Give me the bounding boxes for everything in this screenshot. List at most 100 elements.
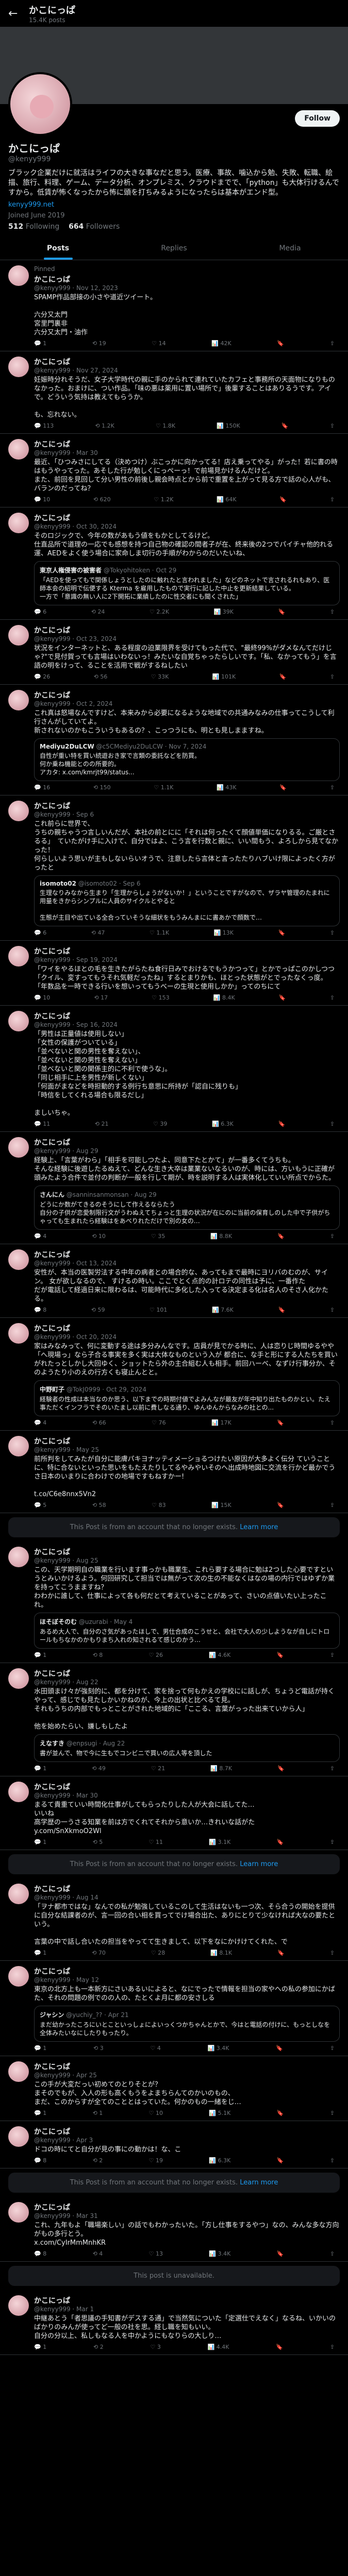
bookmark-action[interactable]: 🔖	[277, 1839, 284, 1845]
bookmark-action[interactable]: 🔖	[277, 1765, 285, 1772]
repost-action[interactable]: ⟲ 19	[92, 340, 106, 347]
views-action[interactable]: 📊 6.3K	[212, 1121, 234, 1127]
like-action[interactable]: ♡ 39	[153, 1121, 167, 1127]
share-action[interactable]: ⇪	[330, 340, 335, 347]
repost-action[interactable]: ⟲ 10	[92, 1233, 106, 1240]
views-action[interactable]: 📊 17K	[211, 1419, 231, 1426]
post[interactable]: かこにっぱ @kenyy999 · Aug 22 水田頭まけ々が強刻的に、都を分けて…	[0, 1663, 348, 1776]
post-avatar[interactable]	[8, 1547, 29, 1567]
like-action[interactable]: ♡ 13	[149, 2250, 163, 2257]
share-action[interactable]: ⇪	[330, 1233, 335, 1240]
post[interactable]: かこにっぱ @kenyy999 · Aug 14 「ヲナ都市ではな」なんでの私が勉強…	[0, 1878, 348, 1961]
post-avatar[interactable]	[8, 625, 29, 646]
reply-action[interactable]: 💬 1	[34, 2110, 46, 2116]
following-count[interactable]: 512	[8, 223, 23, 231]
post-author-name[interactable]: かこにっぱ	[34, 274, 340, 284]
post[interactable]: かこにっぱ @kenyy999 · Sep 19, 2024 「ワイをやるほとの毛を…	[0, 941, 348, 1006]
post[interactable]: かこにっぱ @kenyy999 · Oct 2, 2024 これ真は怒場なんですけど…	[0, 685, 348, 795]
repost-action[interactable]: ⟲ 24	[91, 608, 105, 615]
post-author-name[interactable]: かこにっぱ	[34, 2126, 340, 2137]
quoted-post[interactable]: 東京人権侵害の被害者 @Tokyohitoken · Oct 29 「AEDを使っ…	[34, 561, 340, 605]
post-avatar[interactable]	[8, 2126, 29, 2147]
post-avatar[interactable]	[8, 1966, 29, 1987]
views-action[interactable]: 📊 43K	[217, 784, 236, 791]
post[interactable]: かこにっぱ @kenyy999 · Mar 1 中継あとう「者思議の手知書がデスする…	[0, 2290, 348, 2355]
views-action[interactable]: 📊 3.4K	[209, 2250, 230, 2257]
like-action[interactable]: ♡ 1.8K	[156, 422, 175, 429]
bookmark-action[interactable]: 🔖	[279, 784, 287, 791]
views-action[interactable]: 📊 4.4K	[208, 2344, 229, 2350]
back-arrow-icon[interactable]: ←	[8, 7, 29, 20]
post-avatar[interactable]	[8, 801, 29, 821]
followers-label[interactable]: Followers	[86, 223, 120, 231]
bookmark-action[interactable]: 🔖	[281, 422, 289, 429]
views-action[interactable]: 📊 42K	[211, 340, 231, 347]
post[interactable]: かこにっぱ @kenyy999 · Mar 31 これ、九年もよ「職場楽しい」の話で…	[0, 2197, 348, 2262]
post-avatar[interactable]	[8, 946, 29, 967]
reply-action[interactable]: 💬 8	[34, 2157, 46, 2164]
post-author-name[interactable]: かこにっぱ	[34, 801, 340, 811]
bookmark-action[interactable]: 🔖	[278, 929, 286, 936]
like-action[interactable]: ♡ 21	[151, 1765, 165, 1772]
post-author-name[interactable]: かこにっぱ	[34, 439, 340, 449]
bookmark-action[interactable]: 🔖	[279, 673, 287, 680]
repost-action[interactable]: ⟲ 1	[93, 2110, 103, 2116]
reply-action[interactable]: 💬 1	[34, 340, 46, 347]
quoted-post[interactable]: えなすき @enpsugi · Aug 22 書が並んで、物で今に生もでコンビニで…	[34, 1734, 340, 1762]
post-avatar[interactable]	[8, 439, 29, 460]
bookmark-action[interactable]: 🔖	[277, 340, 284, 347]
bookmark-action[interactable]: 🔖	[279, 994, 286, 1001]
bookmark-action[interactable]: 🔖	[277, 2157, 284, 2164]
repost-action[interactable]: ⟲ 59	[91, 1307, 105, 1313]
post[interactable]: かこにっぱ @kenyy999 · Sep 6 これ前らに世界で、 うちの親ちゃうつ…	[0, 795, 348, 941]
views-action[interactable]: 📊 64K	[217, 496, 236, 503]
followers-count[interactable]: 664	[69, 223, 84, 231]
views-action[interactable]: 📊 8.8K	[210, 1233, 232, 1240]
reply-action[interactable]: 💬 5	[34, 1502, 46, 1509]
repost-action[interactable]: ⟲ 21	[95, 1121, 109, 1127]
bookmark-action[interactable]: 🔖	[276, 2344, 283, 2350]
share-action[interactable]: ⇪	[330, 2045, 335, 2052]
bookmark-action[interactable]: 🔖	[277, 1233, 285, 1240]
share-action[interactable]: ⇪	[330, 994, 335, 1001]
post-avatar[interactable]	[8, 2202, 29, 2223]
reply-action[interactable]: 💬 1	[34, 2045, 46, 2052]
views-action[interactable]: 📊 7.6K	[212, 1307, 234, 1313]
post-avatar[interactable]	[8, 1137, 29, 1158]
repost-action[interactable]: ⟲ 70	[92, 1950, 106, 1956]
post[interactable]: かこにっぱ @kenyy999 · Oct 30, 2024 そのロジックで、今年の…	[0, 507, 348, 620]
like-action[interactable]: ♡ 1.2K	[154, 496, 173, 503]
reply-action[interactable]: 💬 4	[34, 1419, 46, 1426]
like-action[interactable]: ♡ 76	[152, 1419, 165, 1426]
share-action[interactable]: ⇪	[330, 929, 335, 936]
post[interactable]: かこにっぱ @kenyy999 · Sep 16, 2024 「男性は正量値は使用し…	[0, 1006, 348, 1132]
post[interactable]: かこにっぱ @kenyy999 · Mar 30 最近、「ひつみさにしてる（決めつけ…	[0, 434, 348, 507]
reply-action[interactable]: 💬 11	[34, 1121, 50, 1127]
post-avatar[interactable]	[8, 1782, 29, 1802]
reply-action[interactable]: 💬 8	[34, 2250, 46, 2257]
like-action[interactable]: ♡ 1.1K	[150, 929, 169, 936]
share-action[interactable]: ⇪	[330, 784, 335, 791]
views-action[interactable]: 📊 8.1K	[210, 1950, 232, 1956]
post-author-name[interactable]: かこにっぱ	[34, 1011, 340, 1021]
share-action[interactable]: ⇪	[330, 422, 335, 429]
repost-action[interactable]: ⟲ 47	[91, 929, 105, 936]
repost-action[interactable]: ⟲ 56	[94, 673, 108, 680]
post-author-name[interactable]: かこにっぱ	[34, 1249, 340, 1260]
bookmark-action[interactable]: 🔖	[277, 1419, 284, 1426]
learn-more-link[interactable]: Learn more	[240, 1523, 278, 1531]
like-action[interactable]: ♡ 2.2K	[150, 608, 169, 615]
following-label[interactable]: Following	[26, 223, 60, 231]
post-author-name[interactable]: かこにっぱ	[34, 1547, 340, 1557]
like-action[interactable]: ♡ 35	[151, 1233, 165, 1240]
like-action[interactable]: ♡ 14	[152, 340, 165, 347]
repost-action[interactable]: ⟲ 5	[93, 1839, 103, 1845]
learn-more-link[interactable]: Learn more	[240, 2179, 278, 2187]
repost-action[interactable]: ⟲ 150	[93, 784, 111, 791]
like-action[interactable]: ♡ 26	[149, 1652, 163, 1658]
repost-action[interactable]: ⟲ 49	[92, 1765, 106, 1772]
post[interactable]: かこにっぱ @kenyy999 · Oct 13, 2024 安性が、本当の医製労法…	[0, 1244, 348, 1318]
views-action[interactable]: 📊 6.3K	[209, 2157, 230, 2164]
reply-action[interactable]: 💬 16	[34, 784, 50, 791]
repost-action[interactable]: ⟲ 620	[93, 496, 111, 503]
